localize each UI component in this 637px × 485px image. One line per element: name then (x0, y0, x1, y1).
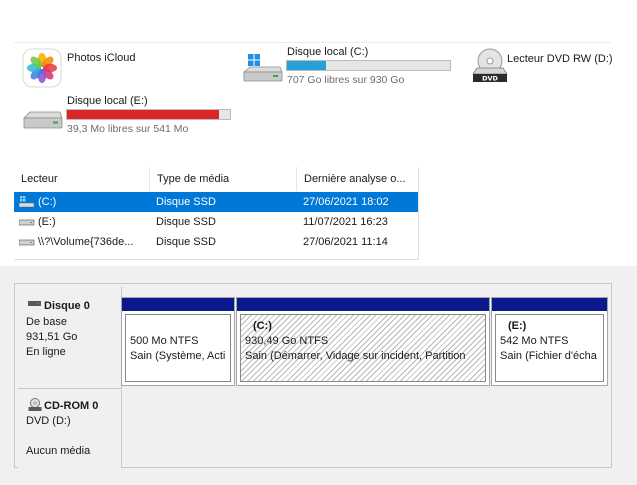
partition-system[interactable]: 500 Mo NTFS Sain (Système, Acti (121, 297, 235, 386)
partition-body: 500 Mo NTFS Sain (Système, Acti (125, 314, 231, 382)
partition-label: (E:) (508, 320, 527, 332)
cdrom-title: CD-ROM 0 (44, 400, 99, 412)
cell-last-scan: 11/07/2021 16:23 (303, 216, 388, 228)
drive-name: Photos iCloud (67, 52, 136, 64)
partition-body: (E:) 542 Mo NTFS Sain (Fichier d'écha (495, 314, 604, 382)
drive-usage-fill (287, 61, 327, 70)
drive-name: Lecteur DVD RW (D:) (507, 53, 613, 65)
table-row[interactable]: (E:) Disque SSD 11/07/2021 16:23 (14, 212, 418, 232)
windows-drive-icon (19, 196, 35, 208)
windows-drive-icon (242, 54, 283, 82)
drive-tile-photos-icloud[interactable]: Photos iCloud (20, 46, 220, 88)
cdrom-icon (28, 398, 42, 411)
column-header-type[interactable]: Type de média (149, 167, 296, 191)
partition-header-bar (122, 298, 234, 311)
panel-divider (14, 42, 611, 43)
partition-size: 500 Mo NTFS (130, 335, 199, 347)
table-row[interactable]: \\?\Volume{736de... Disque SSD 27/06/202… (14, 232, 418, 252)
drive-usage-bar (66, 109, 231, 120)
cdrom-status: Aucun média (26, 445, 91, 457)
disk-title: Disque 0 (44, 300, 90, 312)
partition-label: (C:) (253, 320, 272, 332)
cell-media: Disque SSD (156, 216, 216, 228)
cdrom-media-area (122, 390, 611, 467)
hard-drive-icon (23, 111, 63, 129)
partition-header-bar (492, 298, 607, 311)
drive-table: Lecteur Type de média Dernière analyse o… (14, 167, 419, 260)
hard-drive-icon (19, 219, 35, 226)
column-header-last-scan[interactable]: Dernière analyse o... (296, 167, 418, 191)
dvd-drive-icon: DVD (472, 48, 508, 83)
disk-status: En ligne (26, 346, 66, 358)
photos-icloud-icon (22, 48, 62, 88)
drive-tile-c[interactable]: Disque local (C:) 707 Go libres sur 930 … (240, 44, 455, 90)
partition-e[interactable]: (E:) 542 Mo NTFS Sain (Fichier d'écha (491, 297, 608, 386)
partition-size: 542 Mo NTFS (500, 335, 569, 347)
cell-media: Disque SSD (156, 196, 216, 208)
drive-name: Disque local (C:) (287, 46, 369, 58)
drive-usage-bar (286, 60, 451, 71)
drive-tile-e[interactable]: Disque local (E:) 39,3 Mo libres sur 541… (20, 92, 235, 138)
drive-free-text: 707 Go libres sur 930 Go (287, 74, 405, 86)
drive-free-text: 39,3 Mo libres sur 541 Mo (67, 123, 189, 135)
drive-usage-fill (67, 110, 219, 119)
partition-status: Sain (Fichier d'écha (500, 350, 597, 362)
cell-last-scan: 27/06/2021 11:14 (303, 236, 388, 248)
disk-size: 931,51 Go (26, 331, 78, 343)
partition-size: 930,49 Go NTFS (245, 335, 329, 347)
column-header-lecteur[interactable]: Lecteur (14, 167, 149, 191)
partition-c[interactable]: (C:) 930,49 Go NTFS Sain (Démarrer, Vida… (236, 297, 490, 386)
cdrom-type: DVD (D:) (26, 415, 71, 427)
partition-header-bar (237, 298, 489, 311)
partition-body: (C:) 930,49 Go NTFS Sain (Démarrer, Vida… (240, 314, 486, 382)
cell-drive: (E:) (38, 216, 56, 228)
hard-drive-icon (19, 239, 35, 246)
partition-status: Sain (Système, Acti (130, 350, 226, 362)
cell-last-scan: 27/06/2021 18:02 (303, 196, 389, 208)
dvd-label: DVD (482, 75, 498, 83)
drive-tile-dvd[interactable]: DVD Lecteur DVD RW (D:) (462, 44, 622, 90)
drive-name: Disque local (E:) (67, 95, 148, 107)
partition-status: Sain (Démarrer, Vidage sur incident, Par… (245, 350, 466, 362)
cell-drive: (C:) (38, 196, 57, 208)
disk-0-header[interactable]: Disque 0 De base 931,51 Go En ligne (18, 287, 122, 389)
cell-media: Disque SSD (156, 236, 216, 248)
table-row[interactable]: (C:) Disque SSD 27/06/2021 18:02 (14, 192, 418, 212)
cdrom-header[interactable]: CD-ROM 0 DVD (D:) Aucun média (18, 390, 122, 468)
disk-type: De base (26, 316, 67, 328)
cell-drive: \\?\Volume{736de... (38, 236, 134, 248)
disk-icon (28, 301, 41, 306)
